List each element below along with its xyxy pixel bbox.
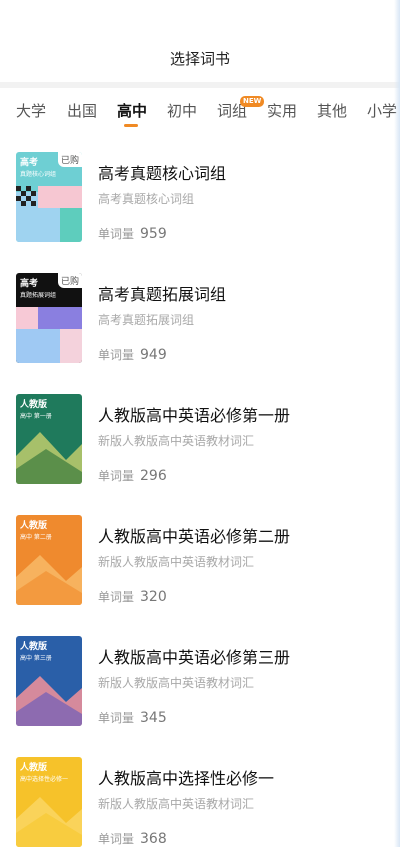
book-subtitle: 新版人教版高中英语教材词汇 — [98, 434, 255, 448]
book-item[interactable]: 人教版 高中 第三册 人教版高中英语必修第三册 新版人教版高中英语教材词汇 单词… — [0, 620, 400, 741]
book-title: 人教版高中英语必修第二册 — [98, 527, 291, 546]
new-badge: NEW — [240, 96, 265, 107]
word-count-label: 单词量 — [98, 227, 135, 241]
book-cover: 人教版 高中选择性必修一 — [16, 757, 82, 847]
cover-subtitle: 高中选择性必修一 — [20, 776, 69, 783]
word-count-value: 320 — [140, 589, 167, 605]
cover-title: 人教版 — [20, 763, 48, 773]
book-subtitle: 新版人教版高中英语教材词汇 — [98, 555, 255, 569]
word-count-value: 368 — [140, 831, 167, 847]
tab-university[interactable]: 大学 — [16, 100, 46, 121]
book-item[interactable]: 人教版 高中选择性必修一 人教版高中选择性必修一 新版人教版高中英语教材词汇 单… — [0, 741, 400, 862]
category-tabs: 大学 出国 高中 初中 词组 NEW 实用 其他 小学 — [0, 88, 400, 136]
tab-high-school[interactable]: 高中 — [117, 100, 147, 121]
cover-title: 高考 — [20, 158, 39, 168]
book-item[interactable]: 高考 真题核心词组 已购 高考真题核心词组 高考真题核心词组 单词量 959 — [0, 136, 400, 257]
book-subtitle: 新版人教版高中英语教材词汇 — [98, 797, 255, 811]
tab-practical[interactable]: 实用 — [267, 100, 297, 121]
purchased-badge: 已购 — [57, 273, 82, 288]
book-cover: 人教版 高中 第二册 — [16, 515, 82, 605]
word-count-label: 单词量 — [98, 832, 135, 846]
word-count: 单词量 320 — [98, 588, 167, 605]
book-item[interactable]: 人教版 高中 第二册 人教版高中英语必修第二册 新版人教版高中英语教材词汇 单词… — [0, 499, 400, 620]
cover-subtitle: 真题拓展词组 — [20, 292, 57, 299]
word-count-value: 949 — [140, 347, 167, 363]
tab-other[interactable]: 其他 — [317, 100, 347, 121]
cover-title: 人教版 — [20, 521, 48, 531]
app-header: 选择词书 — [0, 0, 400, 82]
tab-middle-school[interactable]: 初中 — [167, 100, 197, 121]
word-count: 单词量 345 — [98, 709, 167, 726]
cover-subtitle: 高中 第二册 — [20, 534, 52, 541]
word-count-label: 单词量 — [98, 348, 135, 362]
page-title: 选择词书 — [169, 50, 230, 68]
book-cover: 高考 真题拓展词组 已购 — [16, 273, 82, 363]
book-cover: 人教版 高中 第三册 — [16, 636, 82, 726]
tab-primary-school[interactable]: 小学 — [367, 100, 397, 121]
purchased-badge: 已购 — [57, 152, 82, 167]
cover-title: 人教版 — [20, 642, 48, 652]
book-title: 人教版高中英语必修第一册 — [98, 406, 291, 425]
cover-subtitle: 真题核心词组 — [20, 171, 57, 178]
word-count: 单词量 959 — [98, 225, 167, 242]
book-subtitle: 新版人教版高中英语教材词汇 — [98, 676, 255, 690]
word-count-value: 296 — [140, 468, 167, 484]
word-count: 单词量 368 — [98, 830, 167, 847]
book-title: 人教版高中英语必修第三册 — [98, 648, 291, 667]
word-count-value: 959 — [140, 226, 167, 242]
edge-shadow — [394, 0, 400, 847]
word-count: 单词量 949 — [98, 346, 167, 363]
book-item[interactable]: 人教版 高中 第一册 人教版高中英语必修第一册 新版人教版高中英语教材词汇 单词… — [0, 378, 400, 499]
word-count-value: 345 — [140, 710, 167, 726]
book-title: 人教版高中选择性必修一 — [98, 769, 275, 788]
book-title: 高考真题核心词组 — [98, 164, 227, 183]
active-tab-indicator — [124, 124, 138, 127]
book-cover: 人教版 高中 第一册 — [16, 394, 82, 484]
book-title: 高考真题拓展词组 — [98, 285, 227, 304]
book-subtitle: 高考真题核心词组 — [98, 192, 195, 206]
book-item[interactable]: 高考 真题拓展词组 已购 高考真题拓展词组 高考真题拓展词组 单词量 949 — [0, 257, 400, 378]
book-cover: 高考 真题核心词组 已购 — [16, 152, 82, 242]
cover-title: 高考 — [20, 279, 39, 289]
cover-title: 人教版 — [20, 400, 48, 410]
cover-subtitle: 高中 第一册 — [20, 413, 52, 420]
word-count-label: 单词量 — [98, 711, 135, 725]
word-count-label: 单词量 — [98, 590, 135, 604]
tab-abroad[interactable]: 出国 — [67, 100, 97, 121]
word-count: 单词量 296 — [98, 467, 167, 484]
book-subtitle: 高考真题拓展词组 — [98, 313, 195, 327]
word-count-label: 单词量 — [98, 469, 135, 483]
cover-subtitle: 高中 第三册 — [20, 655, 52, 662]
